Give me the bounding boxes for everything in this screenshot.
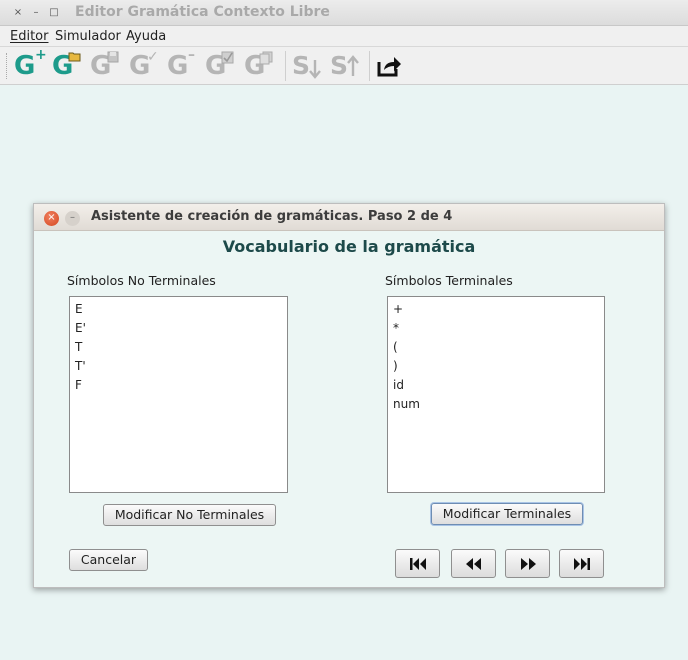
dialog-close-button[interactable]: × — [44, 211, 59, 226]
new-grammar-button[interactable]: G + — [14, 47, 48, 81]
dialog-title: Asistente de creación de gramáticas. Pas… — [91, 209, 453, 224]
minus-icon: – — [188, 47, 195, 63]
list-item[interactable]: F — [75, 376, 287, 395]
pages-icon — [259, 51, 273, 65]
menu-bar: Editor Simulador Ayuda — [0, 26, 688, 47]
next-step-button[interactable] — [505, 549, 550, 578]
check-mark-icon: ✓ — [147, 49, 159, 65]
validate-grammar-button[interactable]: G — [205, 51, 239, 81]
delete-grammar-button[interactable]: G – — [167, 47, 201, 81]
arrow-down-icon — [309, 60, 321, 79]
non-terminals-list[interactable]: E E' T T' F — [69, 296, 288, 493]
export-button[interactable] — [375, 51, 409, 81]
export-icon — [377, 57, 401, 77]
arrow-up-icon — [347, 55, 359, 76]
list-item[interactable]: T — [75, 338, 287, 357]
last-step-icon — [574, 558, 590, 570]
close-window-button[interactable]: × — [11, 6, 25, 20]
list-item[interactable]: * — [393, 319, 604, 338]
list-item[interactable]: + — [393, 300, 604, 319]
list-item[interactable]: ) — [393, 357, 604, 376]
first-sets-button[interactable]: S — [292, 51, 326, 81]
checkbox-icon — [221, 51, 234, 64]
toolbar-separator — [285, 51, 286, 81]
disk-icon — [107, 51, 119, 63]
window-titlebar: × – □ Editor Gramática Contexto Libre — [0, 0, 688, 26]
dialog-minimize-button[interactable]: – — [65, 211, 80, 226]
toolbar-grip — [6, 53, 8, 79]
delete-grammar-icon: G — [167, 51, 189, 81]
first-step-button[interactable] — [395, 549, 440, 578]
terminals-label: Símbolos Terminales — [385, 273, 513, 288]
modify-terminals-button[interactable]: Modificar Terminales — [431, 503, 583, 525]
dialog-heading: Vocabulario de la gramática — [222, 237, 476, 256]
previous-step-icon — [466, 558, 481, 570]
next-step-icon — [521, 558, 536, 570]
menu-editor[interactable]: Editor — [10, 29, 48, 44]
copy-grammar-button[interactable]: G — [244, 51, 278, 81]
dialog-titlebar: × – Asistente de creación de gramáticas.… — [34, 204, 664, 231]
non-terminals-label: Símbolos No Terminales — [67, 273, 216, 288]
list-item[interactable]: E — [75, 300, 287, 319]
folder-icon — [68, 52, 81, 62]
new-grammar-icon: G — [14, 51, 36, 81]
follow-sets-button[interactable]: S — [330, 51, 364, 81]
list-item[interactable]: id — [393, 376, 604, 395]
menu-ayuda[interactable]: Ayuda — [126, 29, 166, 44]
follow-sets-icon: S — [330, 51, 349, 80]
window-title: Editor Gramática Contexto Libre — [75, 4, 330, 20]
open-grammar-button[interactable]: G — [52, 51, 86, 81]
menu-simulador[interactable]: Simulador — [55, 29, 121, 44]
wizard-dialog: × – Asistente de creación de gramáticas.… — [33, 203, 665, 588]
modify-non-terminals-button[interactable]: Modificar No Terminales — [103, 504, 276, 526]
first-step-icon — [410, 558, 426, 570]
plus-icon: + — [35, 47, 47, 63]
minimize-window-button[interactable]: – — [29, 6, 43, 20]
terminals-list[interactable]: + * ( ) id num — [387, 296, 605, 493]
list-item[interactable]: num — [393, 395, 604, 414]
list-item[interactable]: T' — [75, 357, 287, 376]
maximize-window-button[interactable]: □ — [47, 6, 61, 20]
toolbar-separator — [369, 51, 370, 81]
toolbar: G + G G G ✓ G – G G S S — [0, 47, 688, 85]
list-item[interactable]: ( — [393, 338, 604, 357]
check-grammar-button[interactable]: G ✓ — [129, 49, 163, 81]
last-step-button[interactable] — [559, 549, 604, 578]
list-item[interactable]: E' — [75, 319, 287, 338]
save-grammar-button[interactable]: G — [90, 51, 124, 81]
cancel-button[interactable]: Cancelar — [69, 549, 148, 571]
first-sets-icon: S — [292, 51, 311, 80]
previous-step-button[interactable] — [451, 549, 496, 578]
